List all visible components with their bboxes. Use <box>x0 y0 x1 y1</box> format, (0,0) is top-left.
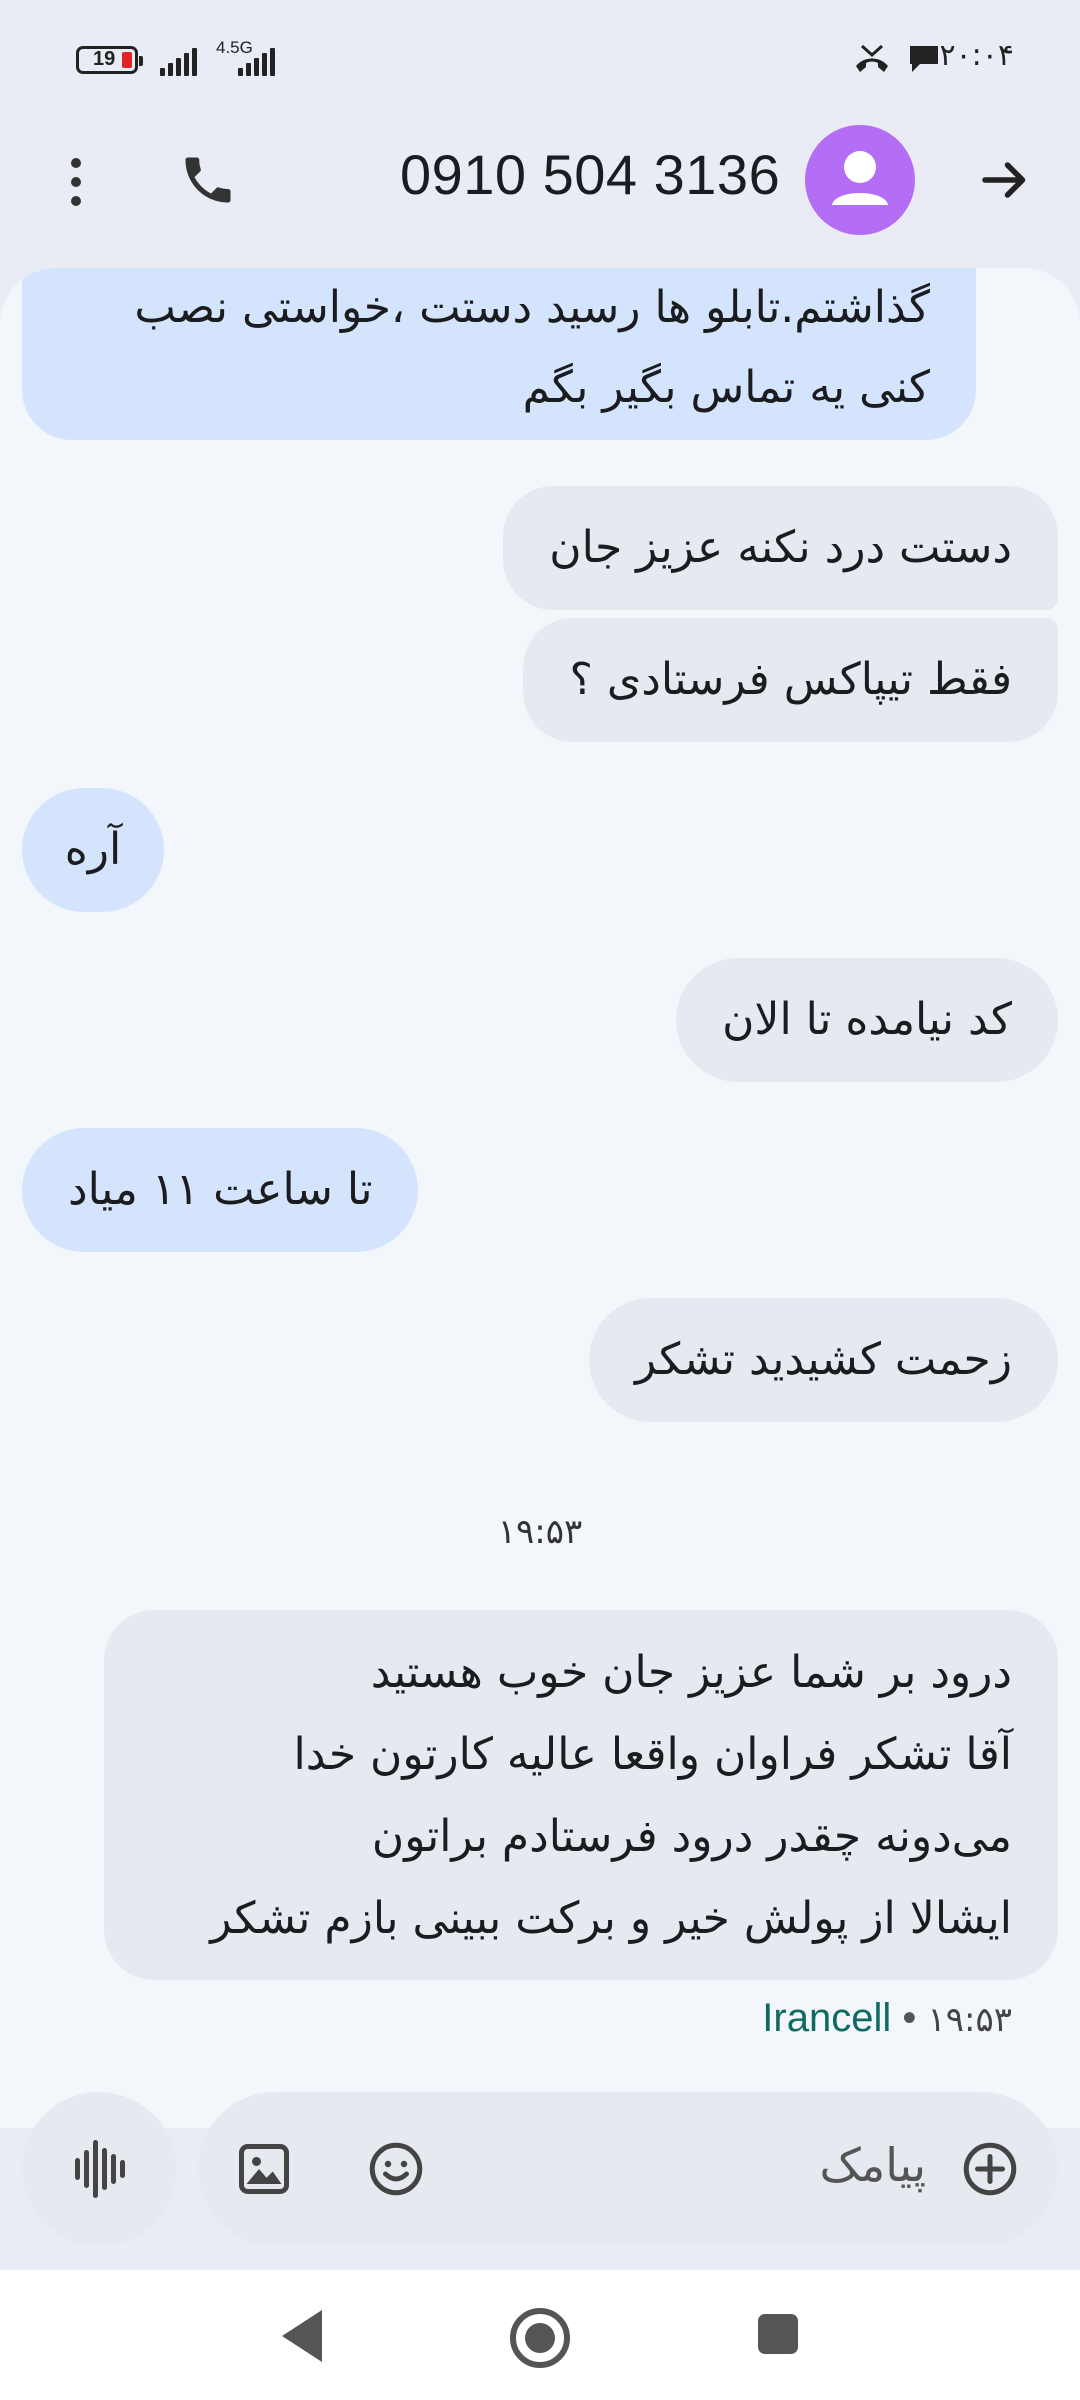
compose-bar[interactable]: پیامک <box>198 2092 1058 2246</box>
emoji-icon[interactable] <box>366 2139 426 2199</box>
incoming-message[interactable]: گذاشتم.تابلو ها رسید دستت ،خواستی نصب کن… <box>22 268 976 440</box>
conversation-header: 0910 504 3136 <box>0 120 1080 270</box>
message-line: درود بر شما عزیز جان خوب هستید <box>370 1647 1012 1698</box>
contact-number: 0910 504 3136 <box>400 143 781 206</box>
battery-icon: 19 <box>76 46 143 74</box>
timestamp-divider: ۱۹:۵۳ <box>497 1512 583 1552</box>
nav-recents-icon[interactable] <box>758 2314 798 2354</box>
message-line: آقا تشکر فراوان واقعا عالیه کارتون خدا <box>293 1729 1012 1780</box>
person-icon <box>832 151 888 205</box>
meta-separator: • <box>902 1996 917 2040</box>
message-list[interactable]: گذاشتم.تابلو ها رسید دستت ،خواستی نصب کن… <box>0 268 1080 2128</box>
message-text: دستت درد نکنه عزیز جان <box>549 522 1012 573</box>
status-clock: ۲۰:۰۴ <box>939 38 1014 73</box>
message-text: فقط تیپاکس فرستادی ؟ <box>569 654 1012 705</box>
system-navigation-bar <box>0 2270 1080 2400</box>
incoming-message[interactable]: تا ساعت ۱۱ میاد <box>22 1128 419 1252</box>
phone-call-icon[interactable] <box>178 150 238 210</box>
outgoing-message[interactable]: فقط تیپاکس فرستادی ؟ <box>523 618 1058 742</box>
message-text: آره <box>64 824 122 875</box>
message-input[interactable]: پیامک <box>819 2138 926 2192</box>
message-line: می‌دونه چقدر درود فرستادم براتون <box>371 1811 1012 1862</box>
message-notification-icon <box>910 46 938 72</box>
outgoing-message[interactable]: درود بر شما عزیز جان خوب هستید آقا تشکر … <box>104 1610 1058 1980</box>
battery-percent: 19 <box>93 48 116 70</box>
waveform-icon <box>75 2140 125 2198</box>
message-line: کنی یه تماس بگیر بگم <box>522 362 930 413</box>
missed-call-icon <box>856 44 888 72</box>
gallery-icon[interactable] <box>234 2139 294 2199</box>
voice-message-button[interactable] <box>22 2092 176 2246</box>
outgoing-message[interactable]: زحمت کشیدید تشکر <box>588 1298 1058 1422</box>
signal-icon-2 <box>238 44 275 76</box>
message-line: گذاشتم.تابلو ها رسید دستت ،خواستی نصب <box>134 282 930 333</box>
carrier-label: Irancell <box>762 1996 892 2040</box>
message-line: ایشالا از پولش خیر و برکت ببینی بازم تشک… <box>210 1893 1012 1944</box>
status-bar: 19 4.5G ۲۰:۰۴ <box>0 0 1080 120</box>
nav-back-icon[interactable] <box>282 2310 322 2362</box>
contact-avatar[interactable] <box>805 125 915 235</box>
outgoing-message[interactable]: دستت درد نکنه عزیز جان <box>503 486 1058 610</box>
outgoing-message[interactable]: کد نیامده تا الان <box>676 958 1058 1082</box>
back-arrow-icon[interactable] <box>975 150 1035 210</box>
more-options-icon[interactable] <box>64 158 88 216</box>
message-time: ۱۹:۵۳ <box>927 2000 1012 2040</box>
nav-home-icon[interactable] <box>510 2308 570 2368</box>
signal-icon <box>160 44 197 76</box>
add-attachment-icon[interactable] <box>960 2139 1020 2199</box>
message-text: زحمت کشیدید تشکر <box>634 1334 1012 1385</box>
incoming-message[interactable]: آره <box>22 788 164 912</box>
message-text: تا ساعت ۱۱ میاد <box>68 1164 373 1215</box>
message-meta: Irancell • ۱۹:۵۳ <box>762 1996 1012 2041</box>
message-text: کد نیامده تا الان <box>722 994 1012 1045</box>
